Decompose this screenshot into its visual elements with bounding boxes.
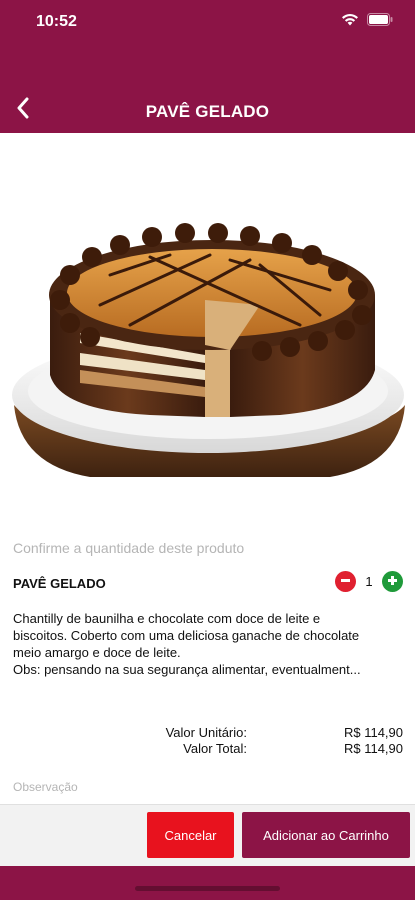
status-time: 10:52 xyxy=(36,13,77,30)
decrease-quantity-button[interactable] xyxy=(335,571,356,592)
wifi-icon xyxy=(341,13,359,26)
unit-price-label: Valor Unitário: xyxy=(165,725,247,740)
quantity-value: 1 xyxy=(365,574,373,589)
description-line: meio amargo e doce de leite. xyxy=(13,645,181,660)
add-to-cart-button[interactable]: Adicionar ao Carrinho xyxy=(242,812,410,858)
unit-price-row: Valor Unitário: R$ 114,90 xyxy=(0,725,415,741)
navigation-bar: PAVÊ GELADO xyxy=(0,45,415,133)
product-name: PAVÊ GELADO xyxy=(13,576,106,591)
description-line: Obs: pensando na sua segurança alimentar… xyxy=(13,662,361,677)
product-image xyxy=(0,165,415,505)
battery-icon xyxy=(367,13,393,26)
status-icons xyxy=(341,13,393,26)
home-indicator xyxy=(135,886,280,891)
total-price-label: Valor Total: xyxy=(183,741,247,756)
product-description: Chantilly de baunilha e chocolate com do… xyxy=(13,610,405,678)
description-line: biscoitos. Coberto com uma deliciosa gan… xyxy=(13,628,360,643)
plus-icon xyxy=(387,573,398,591)
increase-quantity-button[interactable] xyxy=(382,571,403,592)
page-title: PAVÊ GELADO xyxy=(145,102,270,121)
description-line: Chantilly de baunilha e chocolate com do… xyxy=(13,611,321,626)
observation-field[interactable]: Observação xyxy=(13,780,78,794)
footer-bar xyxy=(0,866,415,900)
status-bar: 10:52 xyxy=(0,0,415,45)
price-summary: Valor Unitário: R$ 114,90 Valor Total: R… xyxy=(0,725,415,757)
cancel-button[interactable]: Cancelar xyxy=(147,812,234,858)
quantity-stepper: 1 xyxy=(335,571,403,592)
quantity-prompt: Confirme a quantidade deste produto xyxy=(13,540,245,556)
total-price-value: R$ 114,90 xyxy=(343,741,403,756)
unit-price-value: R$ 114,90 xyxy=(343,725,403,740)
minus-icon xyxy=(340,573,351,591)
total-price-row: Valor Total: R$ 114,90 xyxy=(0,741,415,757)
